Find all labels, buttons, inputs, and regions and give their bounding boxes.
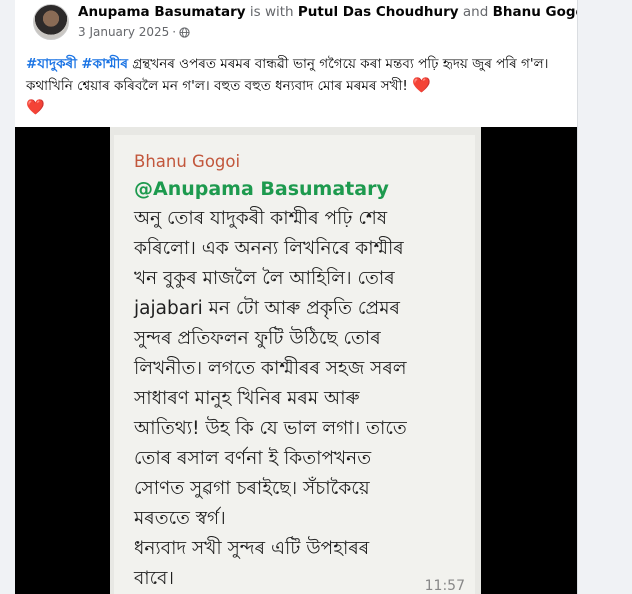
post-caption: #যাদুকৰী #কাশ্মীৰ গ্ৰন্থখনৰ ওপৰত মৰমৰ বা… xyxy=(26,54,571,119)
author-line: Anupama Basumatary is with Putul Das Cho… xyxy=(78,4,577,20)
heart-emoji-1: ❤️ xyxy=(412,76,431,94)
post-photo[interactable]: Bhanu Gogoi @Anupama Basumatary অনু তোৰ … xyxy=(15,127,577,594)
chat-timestamp: 11:57 xyxy=(424,578,465,594)
author-name-link[interactable]: Anupama Basumatary xyxy=(78,4,246,20)
post-header: Anupama Basumatary is with Putul Das Cho… xyxy=(15,0,577,50)
chat-screenshot: Bhanu Gogoi @Anupama Basumatary অনু তোৰ … xyxy=(110,127,481,594)
globe-icon[interactable] xyxy=(179,26,190,38)
hashtag-link-1[interactable]: #যাদুকৰী xyxy=(26,56,77,72)
chat-message-text: অনু তোৰ যাদুকৰী কাশ্মীৰ পঢ়ি শেষ কৰিলো। … xyxy=(134,208,407,589)
heart-emoji-2: ❤️ xyxy=(26,98,45,116)
chat-mention: @Anupama Basumatary xyxy=(134,178,389,200)
hashtag-link-2[interactable]: #কাশ্মীৰ xyxy=(81,56,128,72)
chat-sender-name: Bhanu Gogoi xyxy=(134,152,241,171)
author-avatar[interactable] xyxy=(33,4,69,40)
chat-bubble: Bhanu Gogoi @Anupama Basumatary অনু তোৰ … xyxy=(114,135,475,594)
meta-separator: · xyxy=(172,25,177,39)
page-scrollbar-track[interactable] xyxy=(618,0,632,594)
facebook-post: Anupama Basumatary is with Putul Das Cho… xyxy=(15,0,578,594)
post-meta: 3 January 2025 · xyxy=(78,25,190,39)
with-text: is with xyxy=(249,4,294,20)
post-date-link[interactable]: 3 January 2025 xyxy=(78,25,169,39)
tagged-user-1-link[interactable]: Putul Das Choudhury xyxy=(298,4,459,20)
tagged-user-2-link[interactable]: Bhanu Gogoi xyxy=(493,4,577,20)
and-text: and xyxy=(462,4,489,20)
